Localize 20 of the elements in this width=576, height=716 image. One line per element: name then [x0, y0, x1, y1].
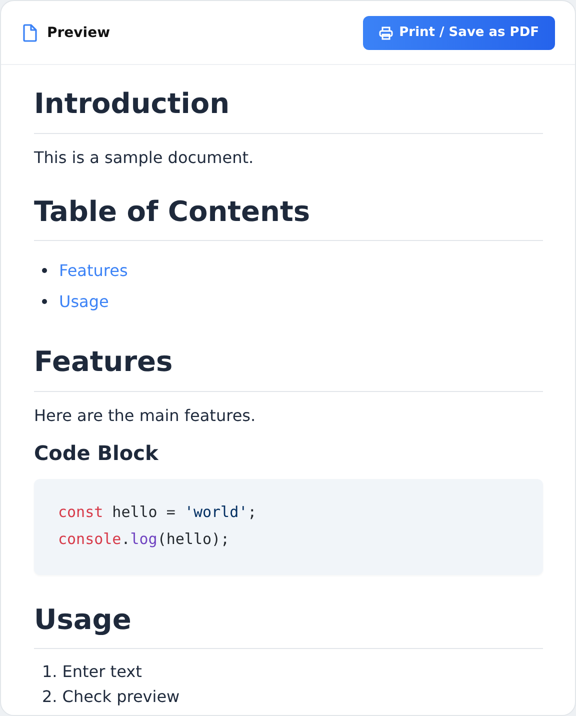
section-heading: Usage — [34, 602, 132, 636]
section-heading: Table of Contents — [34, 194, 310, 228]
subheading: Code Block — [34, 440, 160, 465]
list-item: Check preview — [62, 687, 180, 706]
paragraph: This is a sample document. — [34, 148, 255, 167]
section-heading: Introduction — [34, 87, 230, 121]
bullet-icon — [42, 268, 47, 274]
document-icon — [23, 24, 37, 42]
code-block: const hello = 'world'; console.log(hello); — [34, 478, 543, 575]
list-number: 2. — [42, 687, 58, 706]
list-item: Enter text — [62, 662, 142, 682]
toc-link[interactable]: Usage — [59, 292, 109, 312]
printer-icon — [379, 26, 394, 40]
print-button[interactable]: Print / Save as PDF — [363, 16, 555, 50]
bullet-icon — [42, 299, 47, 304]
paragraph: Here are the main features. — [34, 406, 257, 425]
preview-title: Preview — [47, 24, 110, 40]
list-number: 1. — [42, 662, 58, 682]
toc-link[interactable]: Features — [59, 261, 128, 280]
section-heading: Features — [34, 345, 173, 379]
